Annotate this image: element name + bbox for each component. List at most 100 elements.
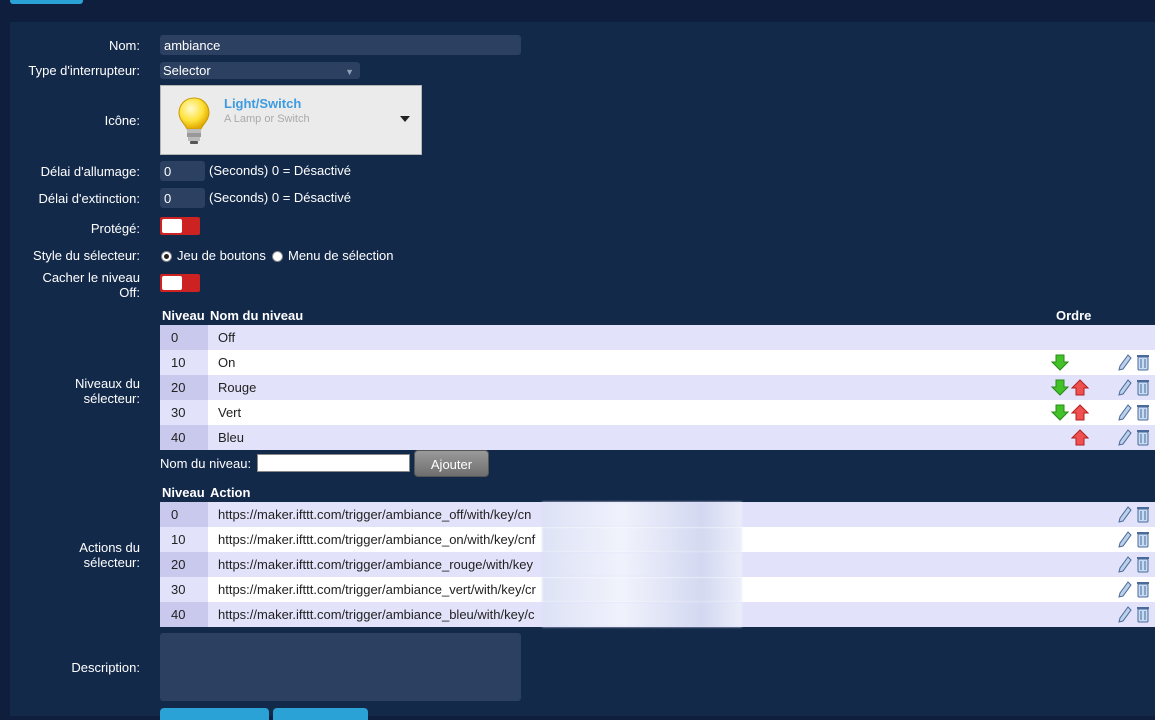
actions-label-line1: Actions du xyxy=(79,540,140,555)
level-value: 20 xyxy=(160,375,208,400)
levels-label-line1: Niveaux du xyxy=(74,376,140,391)
icon-label: Icône: xyxy=(104,113,140,128)
redacted-blur xyxy=(542,527,742,552)
add-level-label: Nom du niveau: xyxy=(160,456,252,471)
cancel-button[interactable] xyxy=(273,708,368,720)
level-name: On xyxy=(208,350,1155,375)
off-delay-input[interactable] xyxy=(160,188,205,208)
icon-title: Light/Switch xyxy=(224,96,302,111)
icon-subtitle: A Lamp or Switch xyxy=(224,113,310,125)
icon-picker[interactable]: Light/Switch A Lamp or Switch xyxy=(160,85,422,155)
add-level-button[interactable]: Ajouter xyxy=(414,450,489,477)
level-name: Rouge xyxy=(208,375,1155,400)
edit-pencil-icon[interactable] xyxy=(1118,531,1132,548)
dropdown-caret-icon xyxy=(400,116,410,122)
level-value: 30 xyxy=(160,400,208,425)
trash-icon[interactable] xyxy=(1136,354,1150,371)
radio-menu-style[interactable] xyxy=(272,251,283,262)
light-bulb-icon xyxy=(178,97,210,144)
edit-pencil-icon[interactable] xyxy=(1118,429,1132,446)
trash-icon[interactable] xyxy=(1136,531,1150,548)
radio-buttons-style[interactable] xyxy=(161,251,172,262)
level-name: Bleu xyxy=(208,425,1155,450)
off-delay-hint: (Seconds) 0 = Désactivé xyxy=(209,190,351,205)
redacted-blur xyxy=(542,552,742,577)
trash-icon[interactable] xyxy=(1136,556,1150,573)
selector-style-label: Style du sélecteur: xyxy=(33,248,140,263)
action-level: 0 xyxy=(160,502,208,527)
trash-icon[interactable] xyxy=(1136,506,1150,523)
level-value: 0 xyxy=(160,325,208,350)
edit-pencil-icon[interactable] xyxy=(1118,606,1132,623)
toggle-knob xyxy=(162,276,182,290)
description-label: Description: xyxy=(71,660,140,675)
level-name: Off xyxy=(208,325,1155,350)
trash-icon[interactable] xyxy=(1136,581,1150,598)
toggle-knob xyxy=(162,219,182,233)
redacted-blur xyxy=(542,577,742,602)
name-input[interactable] xyxy=(160,35,521,55)
action-level: 20 xyxy=(160,552,208,577)
trash-icon[interactable] xyxy=(1136,606,1150,623)
switch-type-label: Type d'interrupteur: xyxy=(28,63,140,78)
level-value: 40 xyxy=(160,425,208,450)
on-delay-hint: (Seconds) 0 = Désactivé xyxy=(209,163,351,178)
action-level: 10 xyxy=(160,527,208,552)
edit-pencil-icon[interactable] xyxy=(1118,556,1132,573)
action-row: 10 https://maker.ifttt.com/trigger/ambia… xyxy=(160,527,1155,552)
trash-icon[interactable] xyxy=(1136,429,1150,446)
trash-icon[interactable] xyxy=(1136,404,1150,421)
off-delay-label: Délai d'extinction: xyxy=(38,191,140,206)
level-name: Vert xyxy=(208,400,1155,425)
arrow-up-icon[interactable] xyxy=(1071,404,1089,421)
switch-type-value: Selector xyxy=(163,63,211,78)
actions-col-level: Niveau xyxy=(162,485,205,500)
save-button[interactable] xyxy=(160,708,269,720)
radio-buttons-style-label: Jeu de boutons xyxy=(177,248,266,263)
edit-pencil-icon[interactable] xyxy=(1118,379,1132,396)
action-row: 0 https://maker.ifttt.com/trigger/ambian… xyxy=(160,502,1155,527)
trash-icon[interactable] xyxy=(1136,379,1150,396)
redacted-blur xyxy=(542,502,742,527)
arrow-down-icon[interactable] xyxy=(1051,404,1069,421)
switch-type-select[interactable]: Selector ▼ xyxy=(160,62,360,79)
edit-pencil-icon[interactable] xyxy=(1118,506,1132,523)
actions-col-action: Action xyxy=(210,485,251,500)
action-row: 30 https://maker.ifttt.com/trigger/ambia… xyxy=(160,577,1155,602)
protected-label: Protégé: xyxy=(90,221,140,236)
level-row: 10 On xyxy=(160,350,1155,375)
hide-off-toggle[interactable] xyxy=(160,274,200,292)
description-textarea[interactable] xyxy=(160,633,521,701)
levels-col-level: Niveau xyxy=(162,308,205,323)
arrow-up-icon[interactable] xyxy=(1071,379,1089,396)
actions-label-line2: sélecteur: xyxy=(83,555,140,570)
on-delay-label: Délai d'allumage: xyxy=(40,164,140,179)
level-row: 0 Off xyxy=(160,325,1155,350)
level-row: 30 Vert xyxy=(160,400,1155,425)
action-level: 40 xyxy=(160,602,208,627)
edit-pencil-icon[interactable] xyxy=(1118,404,1132,421)
top-tab-button[interactable] xyxy=(10,0,83,4)
levels-label-line2: sélecteur: xyxy=(83,391,140,406)
levels-col-name: Nom du niveau xyxy=(210,308,304,323)
action-row: 40 https://maker.ifttt.com/trigger/ambia… xyxy=(160,602,1155,627)
hide-off-label-line1: Cacher le niveau xyxy=(42,270,140,285)
name-label: Nom: xyxy=(108,38,140,53)
arrow-down-icon[interactable] xyxy=(1051,379,1069,396)
levels-col-order: Ordre xyxy=(1056,308,1092,323)
chevron-down-icon: ▼ xyxy=(345,67,354,77)
arrow-up-icon[interactable] xyxy=(1071,429,1089,446)
action-row: 20 https://maker.ifttt.com/trigger/ambia… xyxy=(160,552,1155,577)
level-row: 20 Rouge xyxy=(160,375,1155,400)
radio-menu-style-label: Menu de sélection xyxy=(288,248,394,263)
action-level: 30 xyxy=(160,577,208,602)
protected-toggle[interactable] xyxy=(160,217,200,235)
hide-off-label-line2: Off: xyxy=(119,285,140,300)
edit-pencil-icon[interactable] xyxy=(1118,354,1132,371)
on-delay-input[interactable] xyxy=(160,161,205,181)
edit-pencil-icon[interactable] xyxy=(1118,581,1132,598)
redacted-blur xyxy=(542,602,742,627)
level-row: 40 Bleu xyxy=(160,425,1155,450)
arrow-down-icon[interactable] xyxy=(1051,354,1069,371)
level-name-input[interactable] xyxy=(257,454,410,472)
